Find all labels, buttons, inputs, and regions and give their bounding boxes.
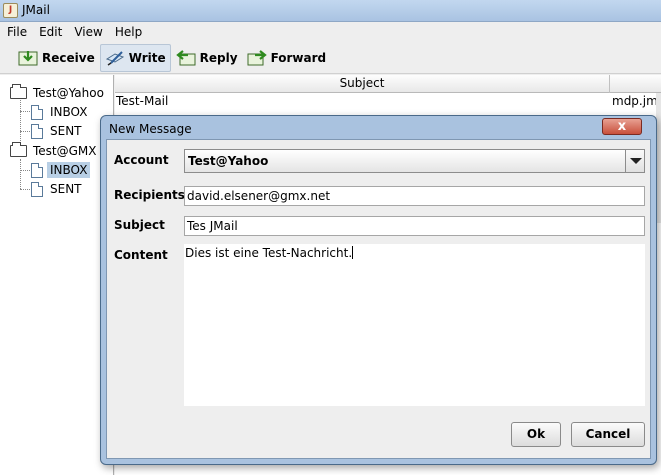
forward-icon (247, 49, 267, 65)
new-message-dialog: New Message x Account Test@Yahoo Recipie… (100, 115, 657, 465)
receive-icon (18, 50, 38, 65)
tree-account-yahoo[interactable]: Test@Yahoo (10, 84, 107, 102)
menu-edit[interactable]: Edit (34, 22, 69, 42)
reply-label: Reply (199, 50, 238, 65)
folder-icon (10, 142, 27, 157)
file-icon (31, 181, 43, 197)
recipients-label: Recipients (114, 188, 185, 202)
chevron-down-icon[interactable] (625, 150, 644, 172)
forward-label: Forward (270, 50, 327, 65)
cancel-button[interactable]: Cancel (571, 422, 645, 447)
tree-folder-gmx-inbox[interactable]: INBOX (31, 161, 91, 179)
account-select-value: Test@Yahoo (188, 154, 269, 168)
write-icon (105, 50, 124, 66)
file-icon (31, 162, 43, 178)
account-select[interactable]: Test@Yahoo (184, 149, 645, 173)
tree-folder-yahoo-sent[interactable]: SENT (31, 122, 85, 140)
tree-folder-label: SENT (50, 124, 82, 138)
text-caret (352, 246, 354, 259)
reply-button[interactable]: Reply (172, 44, 242, 72)
write-label: Write (128, 50, 166, 65)
window-title-bar: J JMail (0, 0, 661, 22)
ok-button[interactable]: Ok (511, 422, 561, 447)
menu-view[interactable]: View (69, 22, 109, 42)
dialog-close-button[interactable]: x (602, 118, 642, 135)
column-header-subject[interactable]: Subject (115, 75, 610, 93)
tree-account-gmx[interactable]: Test@GMX (10, 142, 100, 160)
table-header: Subject (115, 75, 661, 93)
tree-account-label: Test@Yahoo (33, 86, 104, 100)
row-subject: Test-Mail (116, 94, 169, 108)
receive-label: Receive (42, 50, 95, 65)
menu-help[interactable]: Help (110, 22, 149, 42)
tree-folder-label: SENT (50, 182, 82, 196)
tree-folder-label: INBOX (50, 105, 88, 119)
dialog-body: Account Test@Yahoo Recipients david.else… (106, 139, 651, 459)
folder-tree: Test@Yahoo INBOX SENT Test@GMX INBOX SEN… (0, 75, 114, 475)
menu-file[interactable]: File (2, 22, 34, 42)
toolbar: Receive Write Reply Forward (0, 42, 661, 74)
receive-button[interactable]: Receive (14, 44, 99, 72)
close-icon: x (617, 119, 627, 134)
row-from: mdp.jma (612, 94, 661, 108)
dialog-title: New Message (109, 122, 192, 136)
file-icon (31, 104, 43, 120)
content-text: Dies ist eine Test-Nachricht. (185, 246, 353, 260)
write-button[interactable]: Write (99, 43, 171, 72)
table-row[interactable]: Test-Mail mdp.jma (115, 93, 661, 109)
file-icon (31, 123, 43, 139)
tree-folder-yahoo-inbox[interactable]: INBOX (31, 103, 90, 121)
content-textarea[interactable]: Dies ist eine Test-Nachricht. (184, 244, 645, 406)
window-title: JMail (22, 3, 50, 17)
menu-bar: File Edit View Help (0, 22, 661, 42)
tree-folder-gmx-sent[interactable]: SENT (31, 180, 85, 198)
java-app-icon: J (3, 3, 18, 18)
content-label: Content (114, 248, 168, 262)
recipients-input[interactable]: david.elsener@gmx.net (184, 186, 645, 206)
tree-account-label: Test@GMX (33, 144, 97, 158)
account-label: Account (114, 153, 169, 167)
reply-icon (175, 49, 196, 65)
folder-icon (10, 84, 27, 99)
subject-input[interactable]: Tes JMail (184, 216, 645, 236)
forward-button[interactable]: Forward (243, 44, 331, 72)
subject-label: Subject (114, 218, 165, 232)
tree-folder-label: INBOX (47, 162, 91, 178)
